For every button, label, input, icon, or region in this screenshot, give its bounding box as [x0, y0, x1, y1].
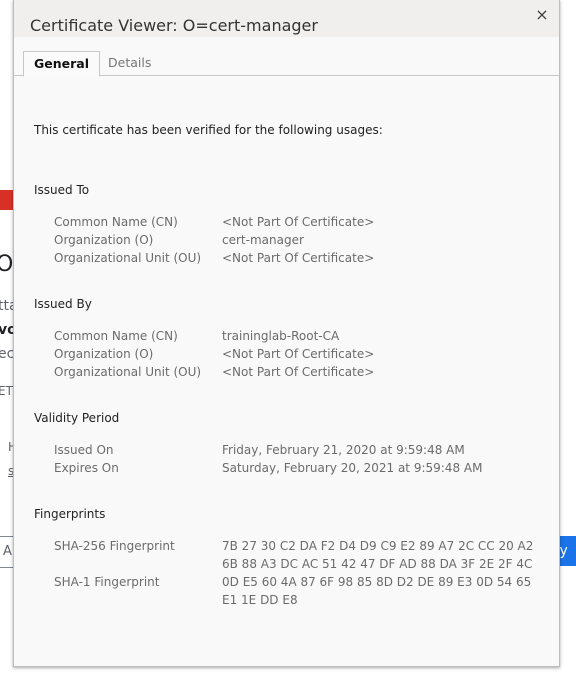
usage-description: This certificate has been verified for t…	[34, 123, 383, 137]
issued-to-o-row: Organization (O) cert-manager	[54, 231, 304, 249]
field-label: Issued On	[54, 443, 114, 457]
field-label: Organizational Unit (OU)	[54, 365, 202, 379]
dialog-title: Certificate Viewer: O=cert-manager	[30, 16, 318, 35]
background-heading: O	[0, 252, 14, 277]
field-label: Common Name (CN)	[54, 329, 178, 343]
field-label: Organizational Unit (OU)	[54, 251, 202, 265]
sha256-label: SHA-256 Fingerprint	[54, 539, 175, 553]
issued-by-o-row: Organization (O) <Not Part Of Certificat…	[54, 345, 374, 363]
tab-bar: General Details	[14, 37, 559, 77]
section-issued-to-title: Issued To	[34, 183, 90, 197]
field-value: <Not Part Of Certificate>	[222, 347, 375, 361]
field-value: Friday, February 21, 2020 at 9:59:48 AM	[222, 443, 465, 457]
field-value: <Not Part Of Certificate>	[222, 365, 375, 379]
tab-details[interactable]: Details	[98, 51, 161, 75]
issued-on-row: Issued On Friday, February 21, 2020 at 9…	[54, 441, 465, 459]
sha1-value: 0D E5 60 4A 87 6F 98 85 8D D2 DE 89 E3 0…	[222, 575, 532, 607]
field-value: <Not Part Of Certificate>	[222, 215, 375, 229]
field-label: Expires On	[54, 461, 119, 475]
certificate-viewer-dialog: Certificate Viewer: O=cert-manager × Gen…	[13, 0, 560, 667]
field-value: cert-manager	[222, 233, 304, 247]
field-label: Organization (O)	[54, 347, 154, 361]
section-validity-title: Validity Period	[34, 411, 120, 425]
expires-on-row: Expires On Saturday, February 20, 2021 a…	[54, 459, 482, 477]
field-label: Common Name (CN)	[54, 215, 178, 229]
warning-icon-part	[0, 190, 14, 210]
issued-to-cn-row: Common Name (CN) <Not Part Of Certificat…	[54, 213, 374, 231]
tab-general[interactable]: General	[23, 51, 100, 77]
section-issued-by-title: Issued By	[34, 297, 92, 311]
field-value: traininglab-Root-CA	[222, 329, 340, 343]
issued-by-cn-row: Common Name (CN) traininglab-Root-CA	[54, 327, 339, 345]
field-value: <Not Part Of Certificate>	[222, 251, 375, 265]
field-label: Organization (O)	[54, 233, 154, 247]
sha1-label: SHA-1 Fingerprint	[54, 575, 160, 589]
section-fingerprints-title: Fingerprints	[34, 507, 106, 521]
dialog-header: Certificate Viewer: O=cert-manager ×	[14, 0, 559, 37]
close-icon[interactable]: ×	[533, 6, 551, 24]
issued-by-ou-row: Organizational Unit (OU) <Not Part Of Ce…	[54, 363, 374, 381]
sha256-value: 7B 27 30 C2 DA F2 D4 D9 C9 E2 89 A7 2C C…	[222, 539, 534, 571]
issued-to-ou-row: Organizational Unit (OU) <Not Part Of Ce…	[54, 249, 374, 267]
field-value: Saturday, February 20, 2021 at 9:59:48 A…	[222, 461, 483, 475]
